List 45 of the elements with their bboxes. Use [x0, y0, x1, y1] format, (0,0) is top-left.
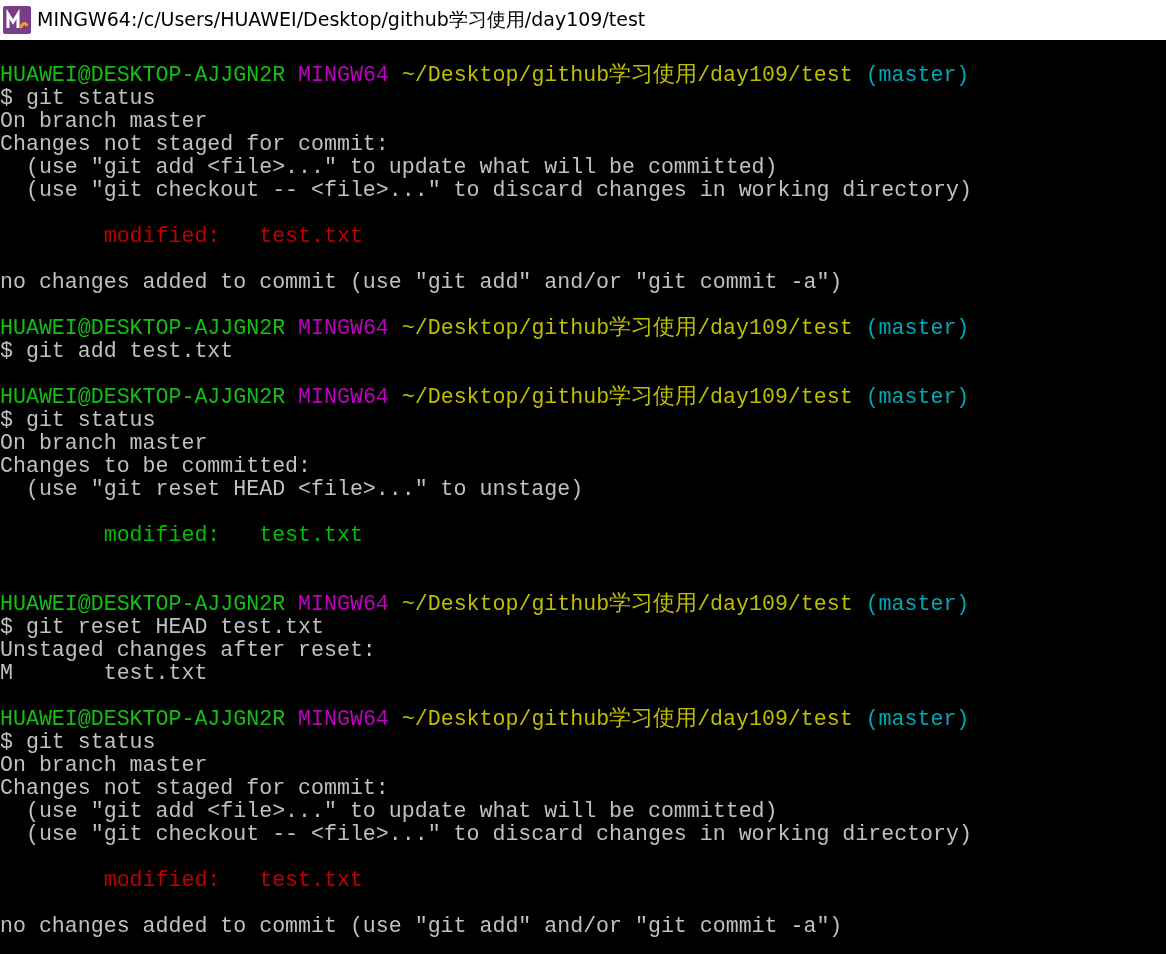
terminal-line: $ git reset HEAD test.txt [0, 616, 324, 639]
terminal-line: no changes added to commit (use "git add" and/or "git commit -a") [0, 271, 843, 294]
working-path: ~/Desktop/github学习使用/day109/test [401, 64, 853, 87]
terminal-line: On branch master [0, 110, 208, 133]
terminal-line: Changes not staged for commit: [0, 133, 389, 156]
terminal-line: On branch master [0, 432, 208, 455]
terminal-line: On branch master [0, 754, 208, 777]
terminal-line: $ git status [0, 731, 156, 754]
working-path: ~/Desktop/github学习使用/day109/test [401, 593, 853, 616]
terminal-line: $ git add test.txt [0, 340, 234, 363]
system-name: MINGW64 [298, 386, 389, 409]
user-host: HUAWEI@DESKTOP-AJJGN2R [0, 64, 286, 87]
branch-name: (master) [865, 593, 970, 616]
terminal-line: Changes to be committed: [0, 455, 311, 478]
user-host: HUAWEI@DESKTOP-AJJGN2R [0, 708, 286, 731]
terminal-line: (use "git add <file>..." to update what will be committed) [24, 800, 778, 823]
file-status: modified: test.txt [102, 869, 363, 892]
terminal-line: (use "git checkout -- <file>..." to discard changes in working directory) [24, 179, 972, 202]
user-host: HUAWEI@DESKTOP-AJJGN2R [0, 386, 286, 409]
window-title: MINGW64:/c/Users/HUAWEI/Desktop/github学习使用/day109/test [37, 7, 646, 32]
file-status: modified: test.txt [102, 225, 363, 248]
working-path: ~/Desktop/github学习使用/day109/test [401, 317, 853, 340]
terminal-line: M test.txt [0, 662, 208, 685]
file-status: modified: test.txt [102, 524, 363, 547]
user-host: HUAWEI@DESKTOP-AJJGN2R [0, 593, 286, 616]
terminal-line: Unstaged changes after reset: [0, 639, 376, 662]
working-path: ~/Desktop/github学习使用/day109/test [401, 386, 853, 409]
terminal-line: no changes added to commit (use "git add" and/or "git commit -a") [0, 915, 843, 938]
system-name: MINGW64 [298, 64, 389, 87]
app-icon [3, 6, 31, 34]
system-name: MINGW64 [298, 593, 389, 616]
terminal-line: (use "git reset HEAD <file>..." to unstage) [24, 478, 584, 501]
working-path: ~/Desktop/github学习使用/day109/test [401, 708, 853, 731]
terminal-line: Changes not staged for commit: [0, 777, 389, 800]
branch-name: (master) [865, 317, 970, 340]
terminal-line: $ git status [0, 87, 156, 110]
terminal-line: (use "git add <file>..." to update what will be committed) [24, 156, 778, 179]
system-name: MINGW64 [298, 708, 389, 731]
branch-name: (master) [865, 386, 970, 409]
branch-name: (master) [865, 64, 970, 87]
branch-name: (master) [865, 708, 970, 731]
terminal-line: (use "git checkout -- <file>..." to discard changes in working directory) [24, 823, 972, 846]
system-name: MINGW64 [298, 317, 389, 340]
user-host: HUAWEI@DESKTOP-AJJGN2R [0, 317, 286, 340]
terminal-line: $ git status [0, 409, 156, 432]
